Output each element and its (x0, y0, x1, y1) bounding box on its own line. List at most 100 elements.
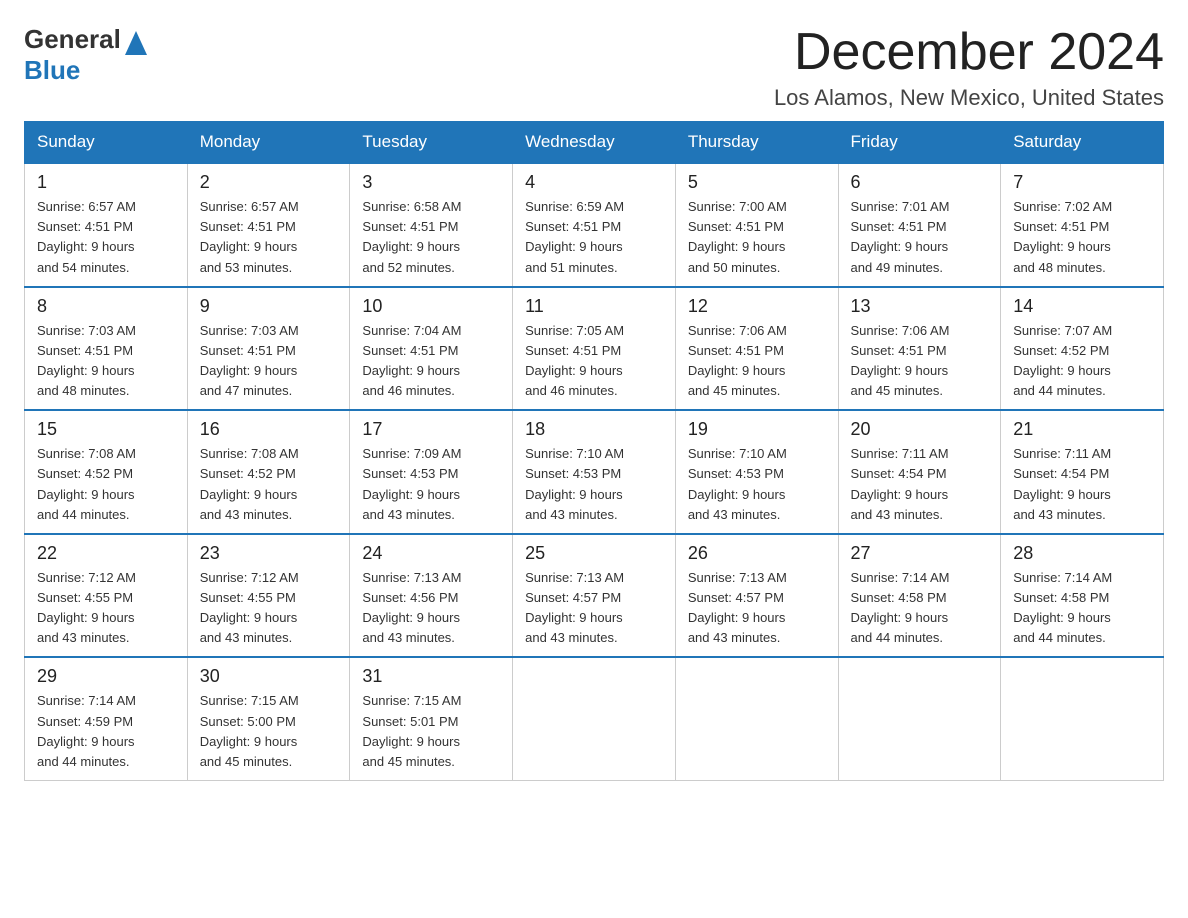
day-number: 15 (37, 419, 175, 440)
day-number: 24 (362, 543, 500, 564)
day-info: Sunrise: 7:11 AMSunset: 4:54 PMDaylight:… (1013, 446, 1111, 521)
day-number: 22 (37, 543, 175, 564)
day-number: 2 (200, 172, 338, 193)
weekday-header-row: Sunday Monday Tuesday Wednesday Thursday… (25, 122, 1164, 164)
day-number: 12 (688, 296, 826, 317)
calendar-cell: 9 Sunrise: 7:03 AMSunset: 4:51 PMDayligh… (187, 287, 350, 411)
calendar-cell: 2 Sunrise: 6:57 AMSunset: 4:51 PMDayligh… (187, 163, 350, 287)
logo-blue-text: Blue (24, 55, 80, 85)
day-number: 16 (200, 419, 338, 440)
calendar-cell: 25 Sunrise: 7:13 AMSunset: 4:57 PMDaylig… (513, 534, 676, 658)
header-wednesday: Wednesday (513, 122, 676, 164)
day-number: 5 (688, 172, 826, 193)
day-number: 25 (525, 543, 663, 564)
day-info: Sunrise: 7:13 AMSunset: 4:57 PMDaylight:… (525, 570, 624, 645)
week-row-4: 22 Sunrise: 7:12 AMSunset: 4:55 PMDaylig… (25, 534, 1164, 658)
day-number: 3 (362, 172, 500, 193)
day-number: 30 (200, 666, 338, 687)
day-number: 28 (1013, 543, 1151, 564)
calendar-table: Sunday Monday Tuesday Wednesday Thursday… (24, 121, 1164, 781)
day-info: Sunrise: 7:12 AMSunset: 4:55 PMDaylight:… (37, 570, 136, 645)
day-number: 21 (1013, 419, 1151, 440)
calendar-cell: 10 Sunrise: 7:04 AMSunset: 4:51 PMDaylig… (350, 287, 513, 411)
day-number: 31 (362, 666, 500, 687)
header-saturday: Saturday (1001, 122, 1164, 164)
page-header: General Blue December 2024 Los Alamos, N… (24, 24, 1164, 111)
day-number: 4 (525, 172, 663, 193)
day-info: Sunrise: 7:15 AMSunset: 5:00 PMDaylight:… (200, 693, 299, 768)
day-number: 7 (1013, 172, 1151, 193)
calendar-cell: 6 Sunrise: 7:01 AMSunset: 4:51 PMDayligh… (838, 163, 1001, 287)
day-info: Sunrise: 7:02 AMSunset: 4:51 PMDaylight:… (1013, 199, 1112, 274)
calendar-cell: 16 Sunrise: 7:08 AMSunset: 4:52 PMDaylig… (187, 410, 350, 534)
calendar-cell: 17 Sunrise: 7:09 AMSunset: 4:53 PMDaylig… (350, 410, 513, 534)
day-number: 10 (362, 296, 500, 317)
calendar-cell: 14 Sunrise: 7:07 AMSunset: 4:52 PMDaylig… (1001, 287, 1164, 411)
day-number: 13 (851, 296, 989, 317)
day-number: 26 (688, 543, 826, 564)
calendar-cell: 24 Sunrise: 7:13 AMSunset: 4:56 PMDaylig… (350, 534, 513, 658)
day-number: 6 (851, 172, 989, 193)
day-info: Sunrise: 7:14 AMSunset: 4:58 PMDaylight:… (851, 570, 950, 645)
calendar-cell (838, 657, 1001, 780)
header-tuesday: Tuesday (350, 122, 513, 164)
day-number: 14 (1013, 296, 1151, 317)
calendar-cell: 1 Sunrise: 6:57 AMSunset: 4:51 PMDayligh… (25, 163, 188, 287)
calendar-cell: 27 Sunrise: 7:14 AMSunset: 4:58 PMDaylig… (838, 534, 1001, 658)
day-info: Sunrise: 6:58 AMSunset: 4:51 PMDaylight:… (362, 199, 461, 274)
calendar-cell: 28 Sunrise: 7:14 AMSunset: 4:58 PMDaylig… (1001, 534, 1164, 658)
header-friday: Friday (838, 122, 1001, 164)
logo-triangle-icon (125, 27, 147, 55)
day-number: 9 (200, 296, 338, 317)
calendar-cell: 30 Sunrise: 7:15 AMSunset: 5:00 PMDaylig… (187, 657, 350, 780)
day-info: Sunrise: 7:00 AMSunset: 4:51 PMDaylight:… (688, 199, 787, 274)
week-row-5: 29 Sunrise: 7:14 AMSunset: 4:59 PMDaylig… (25, 657, 1164, 780)
calendar-cell: 26 Sunrise: 7:13 AMSunset: 4:57 PMDaylig… (675, 534, 838, 658)
day-number: 11 (525, 296, 663, 317)
calendar-cell (513, 657, 676, 780)
calendar-cell: 5 Sunrise: 7:00 AMSunset: 4:51 PMDayligh… (675, 163, 838, 287)
day-number: 29 (37, 666, 175, 687)
logo: General Blue (24, 24, 147, 86)
calendar-cell: 3 Sunrise: 6:58 AMSunset: 4:51 PMDayligh… (350, 163, 513, 287)
day-number: 17 (362, 419, 500, 440)
calendar-cell: 20 Sunrise: 7:11 AMSunset: 4:54 PMDaylig… (838, 410, 1001, 534)
day-info: Sunrise: 7:03 AMSunset: 4:51 PMDaylight:… (37, 323, 136, 398)
day-info: Sunrise: 6:57 AMSunset: 4:51 PMDaylight:… (200, 199, 299, 274)
day-number: 19 (688, 419, 826, 440)
day-info: Sunrise: 7:13 AMSunset: 4:57 PMDaylight:… (688, 570, 787, 645)
day-info: Sunrise: 7:14 AMSunset: 4:59 PMDaylight:… (37, 693, 136, 768)
day-number: 23 (200, 543, 338, 564)
day-number: 18 (525, 419, 663, 440)
day-info: Sunrise: 7:03 AMSunset: 4:51 PMDaylight:… (200, 323, 299, 398)
calendar-cell: 13 Sunrise: 7:06 AMSunset: 4:51 PMDaylig… (838, 287, 1001, 411)
calendar-cell: 12 Sunrise: 7:06 AMSunset: 4:51 PMDaylig… (675, 287, 838, 411)
day-info: Sunrise: 6:59 AMSunset: 4:51 PMDaylight:… (525, 199, 624, 274)
day-number: 20 (851, 419, 989, 440)
day-number: 8 (37, 296, 175, 317)
calendar-cell: 29 Sunrise: 7:14 AMSunset: 4:59 PMDaylig… (25, 657, 188, 780)
day-info: Sunrise: 7:13 AMSunset: 4:56 PMDaylight:… (362, 570, 461, 645)
header-sunday: Sunday (25, 122, 188, 164)
calendar-cell: 4 Sunrise: 6:59 AMSunset: 4:51 PMDayligh… (513, 163, 676, 287)
header-monday: Monday (187, 122, 350, 164)
day-info: Sunrise: 7:05 AMSunset: 4:51 PMDaylight:… (525, 323, 624, 398)
day-info: Sunrise: 7:09 AMSunset: 4:53 PMDaylight:… (362, 446, 461, 521)
calendar-cell: 11 Sunrise: 7:05 AMSunset: 4:51 PMDaylig… (513, 287, 676, 411)
day-info: Sunrise: 7:08 AMSunset: 4:52 PMDaylight:… (37, 446, 136, 521)
logo-general-text: General (24, 24, 121, 55)
day-info: Sunrise: 7:10 AMSunset: 4:53 PMDaylight:… (525, 446, 624, 521)
calendar-cell: 15 Sunrise: 7:08 AMSunset: 4:52 PMDaylig… (25, 410, 188, 534)
day-info: Sunrise: 7:08 AMSunset: 4:52 PMDaylight:… (200, 446, 299, 521)
header-thursday: Thursday (675, 122, 838, 164)
calendar-cell: 7 Sunrise: 7:02 AMSunset: 4:51 PMDayligh… (1001, 163, 1164, 287)
day-info: Sunrise: 7:12 AMSunset: 4:55 PMDaylight:… (200, 570, 299, 645)
calendar-cell: 8 Sunrise: 7:03 AMSunset: 4:51 PMDayligh… (25, 287, 188, 411)
day-info: Sunrise: 7:06 AMSunset: 4:51 PMDaylight:… (851, 323, 950, 398)
calendar-cell: 18 Sunrise: 7:10 AMSunset: 4:53 PMDaylig… (513, 410, 676, 534)
calendar-cell: 19 Sunrise: 7:10 AMSunset: 4:53 PMDaylig… (675, 410, 838, 534)
week-row-2: 8 Sunrise: 7:03 AMSunset: 4:51 PMDayligh… (25, 287, 1164, 411)
calendar-cell: 31 Sunrise: 7:15 AMSunset: 5:01 PMDaylig… (350, 657, 513, 780)
location-title: Los Alamos, New Mexico, United States (774, 85, 1164, 111)
day-info: Sunrise: 7:06 AMSunset: 4:51 PMDaylight:… (688, 323, 787, 398)
